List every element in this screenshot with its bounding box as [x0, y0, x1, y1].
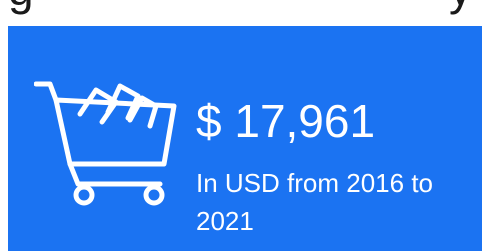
heading-fragment-right: y	[449, 0, 473, 12]
stat-amount: $ 17,961	[196, 95, 376, 147]
shopping-cart-icon	[34, 81, 177, 206]
stat-panel: $ 17,961 In USD from 2016 to 2021	[8, 26, 482, 251]
heading-fragment-left: g	[8, 0, 35, 12]
stat-card-screen: g y $ 17,961 In USD from 2016 to 2021	[0, 0, 483, 251]
stat-caption: In USD from 2016 to 2021	[196, 168, 433, 236]
